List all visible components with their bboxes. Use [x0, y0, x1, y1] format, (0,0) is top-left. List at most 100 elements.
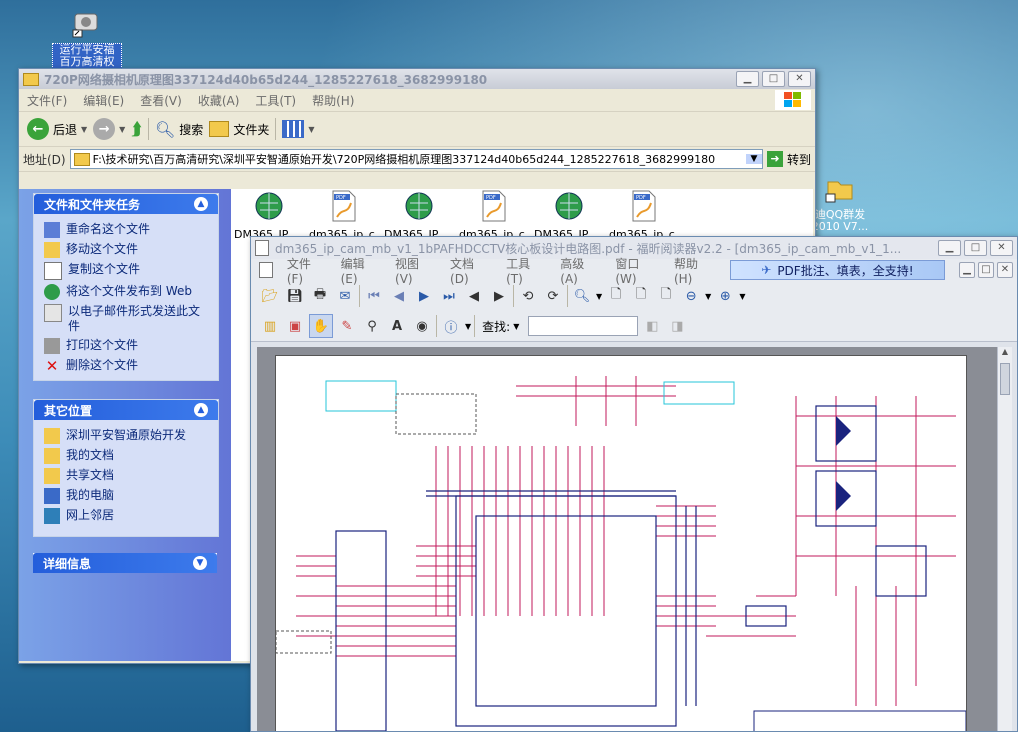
- file-item[interactable]: DM365_IP_...: [384, 189, 454, 241]
- collapse-icon[interactable]: ▲: [194, 403, 208, 417]
- task-label: 将这个文件发布到 Web: [66, 284, 192, 298]
- find-prev-icon[interactable]: ◧: [641, 315, 663, 337]
- close-button[interactable]: ✕: [990, 240, 1013, 256]
- task-publish-web[interactable]: 将这个文件发布到 Web: [34, 282, 218, 302]
- minimize-button[interactable]: ▁: [736, 71, 759, 87]
- info-icon[interactable]: ⓘ: [440, 315, 462, 337]
- menu-document[interactable]: 文档(D): [450, 255, 492, 286]
- forward-view-icon[interactable]: ▶: [488, 285, 510, 307]
- task-delete[interactable]: ✕ 删除这个文件: [34, 356, 218, 376]
- menu-favorites[interactable]: 收藏(A): [198, 92, 240, 109]
- task-email[interactable]: 以电子邮件形式发送此文件: [34, 302, 218, 336]
- address-input[interactable]: F:\技术研究\百万高清研究\深圳平安智通原始开发\720P网络摄相机原理图33…: [69, 149, 763, 169]
- up-folder-icon[interactable]: ⮭: [131, 119, 142, 140]
- folders-button[interactable]: 文件夹: [209, 121, 269, 138]
- chevron-down-icon[interactable]: ▼: [745, 154, 762, 164]
- task-copy[interactable]: 复制这个文件: [34, 260, 218, 282]
- menu-advanced[interactable]: 高级(A): [560, 255, 601, 286]
- menu-help[interactable]: 帮助(H): [312, 92, 354, 109]
- menu-file[interactable]: 文件(F): [27, 92, 67, 109]
- file-item[interactable]: PDF dm365_ip_c...: [309, 189, 385, 241]
- menu-tools[interactable]: 工具(T): [255, 92, 296, 109]
- fit-width-icon[interactable]: 🗋: [655, 285, 677, 307]
- menu-edit[interactable]: 编辑(E): [83, 92, 124, 109]
- place-source-folder[interactable]: 深圳平安智通原始开发: [34, 426, 218, 446]
- zoom-in-icon[interactable]: 🔍︎: [571, 285, 593, 307]
- close-button[interactable]: ✕: [788, 71, 811, 87]
- menu-view[interactable]: 查看(V): [140, 92, 182, 109]
- back-view-icon[interactable]: ◀: [463, 285, 485, 307]
- file-item[interactable]: PDF dm365_ip_c...: [609, 189, 685, 241]
- file-tasks-panel: 文件和文件夹任务 ▲ 重命名这个文件 移动这个文件 复制这个文件 将这个文件发布到…: [33, 193, 219, 381]
- open-icon[interactable]: 📂︎: [259, 285, 281, 307]
- last-page-icon[interactable]: ⏭: [438, 285, 460, 307]
- promo-banner[interactable]: ✈ PDF批注、填表，全支持!: [729, 260, 945, 280]
- details-header[interactable]: 详细信息 ▼: [33, 553, 217, 573]
- fit-page-icon[interactable]: 🗋: [630, 285, 652, 307]
- chevron-down-icon[interactable]: ▼: [596, 292, 602, 301]
- back-button[interactable]: ← 后退 ▼: [27, 118, 87, 140]
- zoom-plus-icon[interactable]: ⊕: [714, 285, 736, 307]
- actual-size-icon[interactable]: 🗋: [605, 285, 627, 307]
- file-tasks-header[interactable]: 文件和文件夹任务 ▲: [34, 194, 218, 214]
- doc-restore-button[interactable]: □: [978, 262, 994, 278]
- file-item[interactable]: DM365_IP_...: [534, 189, 604, 241]
- go-button[interactable]: ➜ 转到: [766, 151, 811, 168]
- task-rename[interactable]: 重命名这个文件: [34, 220, 218, 240]
- file-item[interactable]: PDF dm365_ip_c...: [459, 189, 535, 241]
- zoom-out-icon[interactable]: ⊖: [680, 285, 702, 307]
- vertical-scrollbar[interactable]: ▲: [997, 347, 1012, 731]
- first-page-icon[interactable]: ⏮: [363, 285, 385, 307]
- prev-page-icon[interactable]: ◀: [388, 285, 410, 307]
- collapse-icon[interactable]: ▲: [194, 197, 208, 211]
- explorer-titlebar[interactable]: 720P网络摄相机原理图337124d40b65d244_1285227618_…: [19, 69, 815, 89]
- task-print[interactable]: 打印这个文件: [34, 336, 218, 356]
- chevron-down-icon[interactable]: ▼: [739, 292, 745, 301]
- maximize-button[interactable]: □: [964, 240, 987, 256]
- rotate-left-icon[interactable]: ⟲: [517, 285, 539, 307]
- rotate-right-icon[interactable]: ⟳: [542, 285, 564, 307]
- place-my-documents[interactable]: 我的文档: [34, 446, 218, 466]
- expand-icon[interactable]: ▼: [193, 556, 207, 570]
- document-view[interactable]: [257, 347, 997, 731]
- bookmarks-icon[interactable]: ▥: [259, 315, 281, 337]
- place-my-computer[interactable]: 我的电脑: [34, 486, 218, 506]
- doc-close-button[interactable]: ✕: [997, 262, 1013, 278]
- find-input[interactable]: [528, 316, 639, 336]
- place-network[interactable]: 网上邻居: [34, 506, 218, 526]
- task-label: 重命名这个文件: [66, 222, 151, 236]
- desktop-shortcut-pinganfu[interactable]: 运行平安福 百万高清权: [52, 6, 122, 69]
- chevron-down-icon[interactable]: ▼: [465, 322, 471, 331]
- place-shared-documents[interactable]: 共享文档: [34, 466, 218, 486]
- menu-file[interactable]: 文件(F): [287, 255, 327, 286]
- forward-button[interactable]: → ▼: [93, 118, 125, 140]
- task-move[interactable]: 移动这个文件: [34, 240, 218, 260]
- snapshot-icon[interactable]: ◉: [411, 315, 433, 337]
- menu-edit[interactable]: 编辑(E): [341, 255, 381, 286]
- email-icon[interactable]: ✉: [334, 285, 356, 307]
- views-button[interactable]: ▼: [282, 120, 314, 138]
- menu-tools[interactable]: 工具(T): [506, 255, 546, 286]
- chevron-down-icon[interactable]: ▼: [705, 292, 711, 301]
- save-icon[interactable]: 💾︎: [284, 285, 306, 307]
- text-tool-icon[interactable]: A: [386, 315, 408, 337]
- maximize-button[interactable]: □: [762, 71, 785, 87]
- menu-view[interactable]: 视图(V): [395, 255, 436, 286]
- thumbnails-icon[interactable]: ▣: [284, 315, 306, 337]
- print-icon[interactable]: 🖶: [309, 285, 331, 307]
- other-places-header[interactable]: 其它位置 ▲: [34, 400, 218, 420]
- hand-tool-icon[interactable]: ✋: [309, 314, 333, 338]
- doc-minimize-button[interactable]: ▁: [959, 262, 975, 278]
- menu-window[interactable]: 窗口(W): [615, 255, 660, 286]
- find-next-icon[interactable]: ◨: [666, 315, 688, 337]
- menu-help[interactable]: 帮助(H): [674, 255, 716, 286]
- file-item[interactable]: DM365_IP_...: [234, 189, 304, 241]
- scroll-up-icon[interactable]: ▲: [998, 347, 1012, 361]
- search-button[interactable]: 🔍︎ 搜索: [155, 120, 203, 139]
- chevron-down-icon[interactable]: ▼: [513, 322, 519, 331]
- find-binoculars-icon[interactable]: ⚲: [361, 315, 383, 337]
- select-text-icon[interactable]: ✎: [336, 315, 358, 337]
- scroll-thumb[interactable]: [1000, 363, 1010, 395]
- next-page-icon[interactable]: ▶: [413, 285, 435, 307]
- minimize-button[interactable]: ▁: [938, 240, 961, 256]
